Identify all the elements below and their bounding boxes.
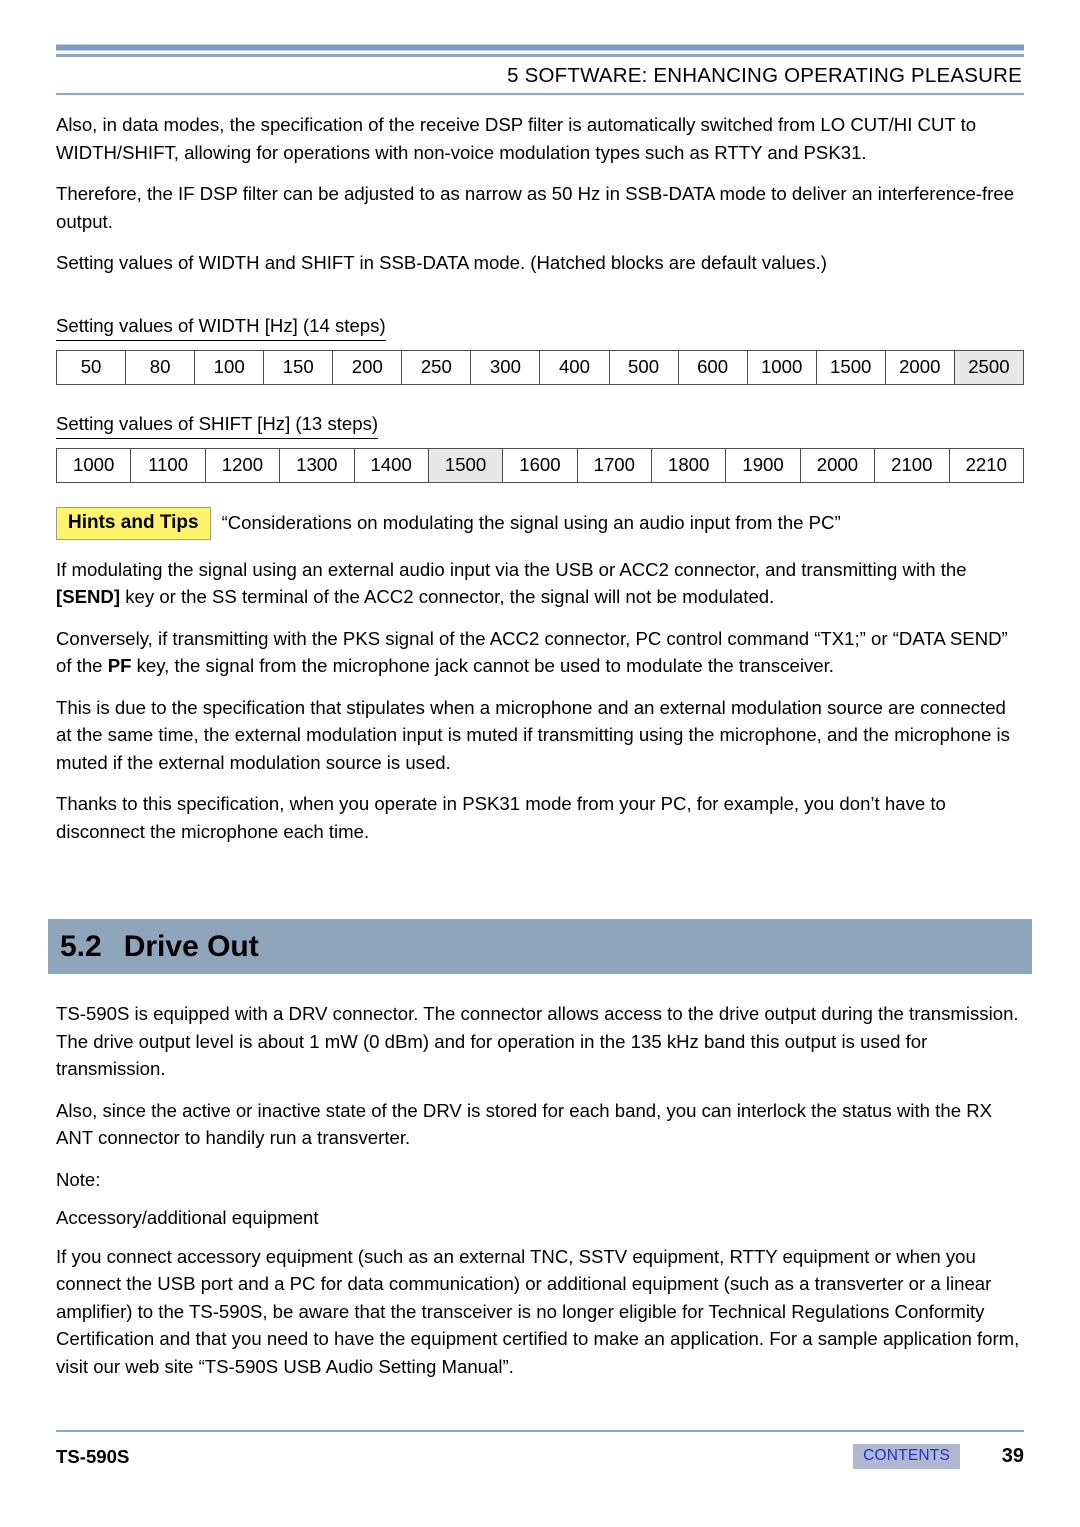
footer-right-group: CONTENTS 39 — [853, 1444, 1024, 1469]
width-value-cell: 200 — [332, 349, 403, 385]
width-value-cell: 300 — [470, 349, 541, 385]
note-subheading: Accessory/additional equipment — [56, 1207, 319, 1228]
shift-table-heading-wrap: Setting values of SHIFT [Hz] (13 steps) — [56, 389, 1024, 448]
width-value-cell: 150 — [263, 349, 334, 385]
width-value-cell: 600 — [677, 349, 748, 385]
hints-paragraph-2: Conversely, if transmitting with the PKS… — [56, 625, 1024, 680]
shift-values-table: 1000 1100 1200 1300 1400 1500 1600 1700 1800 1900… — [55, 447, 1024, 483]
shift-value-cell: 1600 — [502, 447, 578, 483]
header-bottom-rule — [56, 93, 1024, 95]
width-value-cell: 2000 — [884, 349, 955, 385]
width-value-cell: 100 — [194, 349, 265, 385]
pf-key-label: PF — [107, 655, 132, 676]
shift-value-cell: 1700 — [576, 447, 653, 483]
intro-paragraph-1: Also, in data modes, the specification o… — [56, 114, 977, 163]
width-value-cell: 400 — [539, 349, 610, 385]
document-page: 5 SOFTWARE: ENHANCING OPERATING PLEASURE… — [0, 0, 1080, 1527]
table-row: 1000 1100 1200 1300 1400 1500 1600 1700 1800 1900… — [55, 447, 1024, 483]
footer-model-name: TS-590S — [56, 1445, 130, 1467]
width-table-heading-wrap: Setting values of WIDTH [Hz] (14 steps) — [56, 291, 1024, 350]
width-table-heading: Setting values of WIDTH [Hz] (14 steps) — [56, 313, 386, 341]
footer-row: TS-590S CONTENTS 39 — [56, 1444, 1024, 1469]
shift-value-cell: 2100 — [874, 447, 950, 483]
shift-value-cell: 1300 — [279, 447, 355, 483]
shift-value-cell: 2210 — [948, 447, 1024, 483]
hints-and-tips-badge: Hints and Tips — [56, 506, 211, 540]
shift-value-cell: 1200 — [204, 447, 281, 483]
footer-rule — [56, 1430, 1024, 1432]
shift-value-cell: 1100 — [130, 447, 206, 483]
shift-value-cell: 2000 — [799, 447, 876, 483]
header-rule-thick — [56, 44, 1024, 51]
shift-value-cell: 1800 — [650, 447, 727, 483]
width-values-table: 50 80 100 150 200 250 300 400 500 600 1000 1500 2000… — [55, 349, 1025, 385]
hints-p1-part-a: If modulating the signal using an extern… — [56, 558, 967, 580]
hints-paragraph-1: If modulating the signal using an extern… — [56, 556, 1024, 611]
note-label: Note: — [56, 1168, 101, 1190]
shift-value-cell: 1000 — [55, 447, 132, 483]
section-paragraph-2: Also, since the active or inactive state… — [56, 1099, 993, 1149]
width-value-cell: 500 — [608, 349, 679, 385]
shift-value-cell: 1400 — [353, 447, 429, 483]
section-title: Drive Out — [123, 929, 259, 963]
section-number: 5.2 — [60, 929, 102, 963]
width-value-cell: 250 — [401, 349, 472, 385]
page-footer: TS-590S CONTENTS 39 — [56, 1430, 1024, 1469]
hints-paragraph-3: This is due to the specification that st… — [56, 696, 1010, 773]
section-paragraph-1: TS-590S is equipped with a DRV connector… — [56, 1003, 1019, 1079]
width-value-cell: 1500 — [815, 349, 886, 385]
contents-link-button[interactable]: CONTENTS — [853, 1444, 960, 1469]
width-value-cell: 50 — [55, 349, 127, 385]
intro-paragraph-2: Therefore, the IF DSP filter can be adju… — [56, 183, 1015, 232]
send-key-label: [SEND] — [56, 586, 121, 607]
hints-and-tips-title: “Considerations on modulating the signal… — [221, 512, 841, 533]
page-header-title: 5 SOFTWARE: ENHANCING OPERATING PLEASURE — [507, 64, 1022, 87]
note-body: If you connect accessory equipment (such… — [56, 1245, 1020, 1377]
width-value-cell: 80 — [125, 349, 196, 385]
hints-p1-part-c: key or the SS terminal of the ACC2 conne… — [120, 586, 775, 607]
header-rules — [56, 0, 1024, 57]
table-row: 50 80 100 150 200 250 300 400 500 600 1000 1500 2000… — [55, 349, 1025, 385]
intro-paragraph-3: Setting values of WIDTH and SHIFT in SSB… — [56, 252, 827, 273]
shift-value-cell-default: 1500 — [427, 447, 504, 483]
shift-table-heading: Setting values of SHIFT [Hz] (13 steps) — [56, 411, 379, 439]
hints-p2-part-c: key, the signal from the microphone jack… — [131, 655, 834, 676]
width-value-cell: 1000 — [746, 349, 817, 385]
shift-value-cell: 1900 — [725, 447, 801, 483]
hints-and-tips-row: Hints and Tips “Considerations on modula… — [56, 506, 1024, 540]
section-heading-bar: 5.2 Drive Out — [48, 919, 1032, 974]
width-value-cell-default: 2500 — [953, 349, 1025, 385]
hints-paragraph-4: Thanks to this specification, when you o… — [56, 793, 946, 842]
page-number: 39 — [1001, 1445, 1024, 1467]
